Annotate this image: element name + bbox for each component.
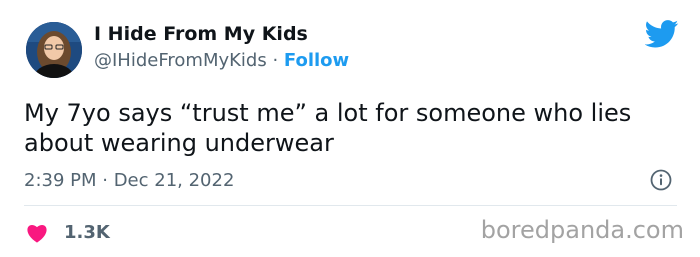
like-count[interactable]: 1.3K <box>64 222 110 243</box>
info-icon[interactable] <box>650 169 672 191</box>
heart-icon[interactable] <box>26 223 48 243</box>
avatar-image <box>26 22 82 78</box>
avatar[interactable] <box>26 22 82 78</box>
tweet-timestamp[interactable]: 2:39 PM · Dec 21, 2022 <box>24 170 234 191</box>
tweet-text: My 7yo says “trust me” a lot for someone… <box>24 99 632 157</box>
divider <box>24 205 677 206</box>
author-name[interactable]: I Hide From My Kids <box>94 23 308 45</box>
tweet-card: I Hide From My Kids @IHideFromMyKids · F… <box>0 0 700 257</box>
watermark: boredpanda.com <box>480 216 684 244</box>
handle-row: @IHideFromMyKids · Follow <box>94 50 349 71</box>
author-handle[interactable]: @IHideFromMyKids <box>94 50 267 71</box>
follow-button[interactable]: Follow <box>284 50 349 71</box>
twitter-bird-icon[interactable] <box>645 20 679 48</box>
handle-separator: · <box>266 50 284 71</box>
